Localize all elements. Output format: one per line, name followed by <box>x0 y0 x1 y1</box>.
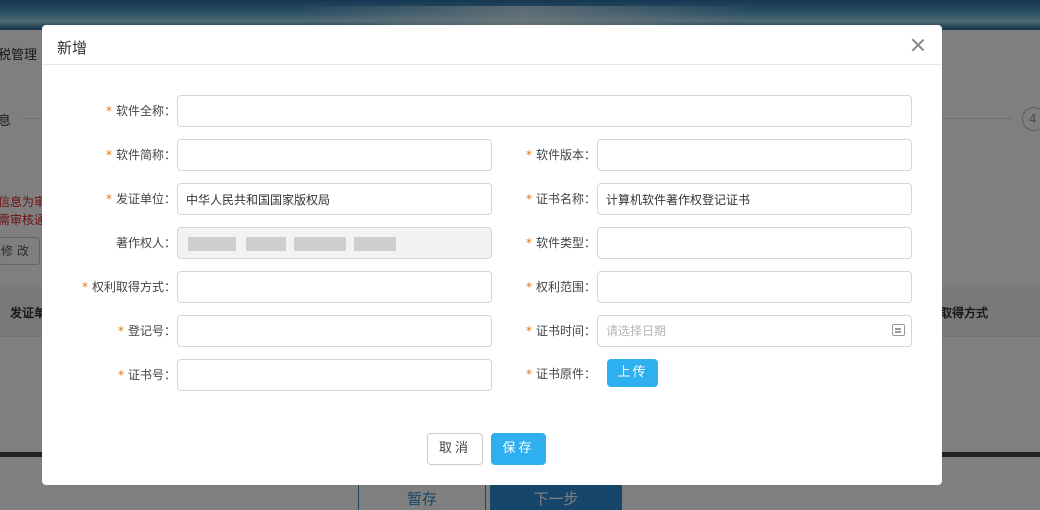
form-row-3: *发证单位： *证书名称： <box>42 183 942 215</box>
issuing-unit-label: * 发证单位： <box>105 192 176 206</box>
redacted-text <box>188 237 236 251</box>
registration-number-label: * 登记号： <box>117 324 176 338</box>
certificate-name-input[interactable] <box>597 183 912 215</box>
acquisition-method-label: * 权利取得方式： <box>81 280 176 294</box>
redacted-text <box>294 237 346 251</box>
save-button[interactable]: 保存 <box>491 433 546 465</box>
close-icon[interactable] <box>910 37 926 53</box>
form-row-6: * 登记号： * 证书时间： <box>42 315 942 347</box>
dialog-title: 新增 <box>57 39 88 57</box>
calendar-icon[interactable] <box>892 324 905 336</box>
certificate-number-input[interactable] <box>177 359 492 391</box>
registration-number-input[interactable] <box>177 315 492 347</box>
form-row-5: * 权利取得方式： * 权利范围： <box>42 271 942 303</box>
certificate-name-label: * 证书名称： <box>525 192 596 206</box>
upload-button[interactable]: 上传 <box>607 359 658 387</box>
redacted-text <box>354 237 396 251</box>
copyright-owner-label: 著作权人： <box>115 236 176 250</box>
certificate-original-label: * 证书原件： <box>525 367 596 381</box>
form-row-2: * 软件简称： * 软件版本： <box>42 139 942 171</box>
software-type-input[interactable] <box>597 227 912 259</box>
software-version-label: * 软件版本： <box>525 148 596 162</box>
certificate-number-label: * 证书号： <box>117 368 176 382</box>
form-row-7: * 证书号： * 证书原件： 上传 <box>42 359 942 391</box>
cancel-button[interactable]: 取消 <box>427 433 483 465</box>
software-version-input[interactable] <box>597 139 912 171</box>
rights-scope-input[interactable] <box>597 271 912 303</box>
software-type-label: * 软件类型： <box>525 236 596 250</box>
issuing-unit-input[interactable] <box>177 183 492 215</box>
certificate-date-label: * 证书时间： <box>525 324 596 338</box>
certificate-date-picker[interactable] <box>597 315 912 347</box>
acquisition-method-input[interactable] <box>177 271 492 303</box>
copyright-owner-input <box>177 227 492 259</box>
add-dialog: 新增 *软件全称： *软件简称： *软件版本： *发证单位： *证书名称： 著作… <box>42 25 942 485</box>
software-short-name-input[interactable] <box>177 139 492 171</box>
form-row-full-name: * 软件全称： <box>42 95 942 127</box>
dialog-header: 新增 <box>42 25 942 65</box>
rights-scope-label: * 权利范围： <box>525 280 596 294</box>
software-full-name-input[interactable] <box>177 95 912 127</box>
form-row-4: 著作权人： * 软件类型： <box>42 227 942 259</box>
software-short-name-label: * 软件简称： <box>105 148 176 162</box>
redacted-text <box>246 237 286 251</box>
software-full-name-label: * 软件全称： <box>105 104 176 118</box>
